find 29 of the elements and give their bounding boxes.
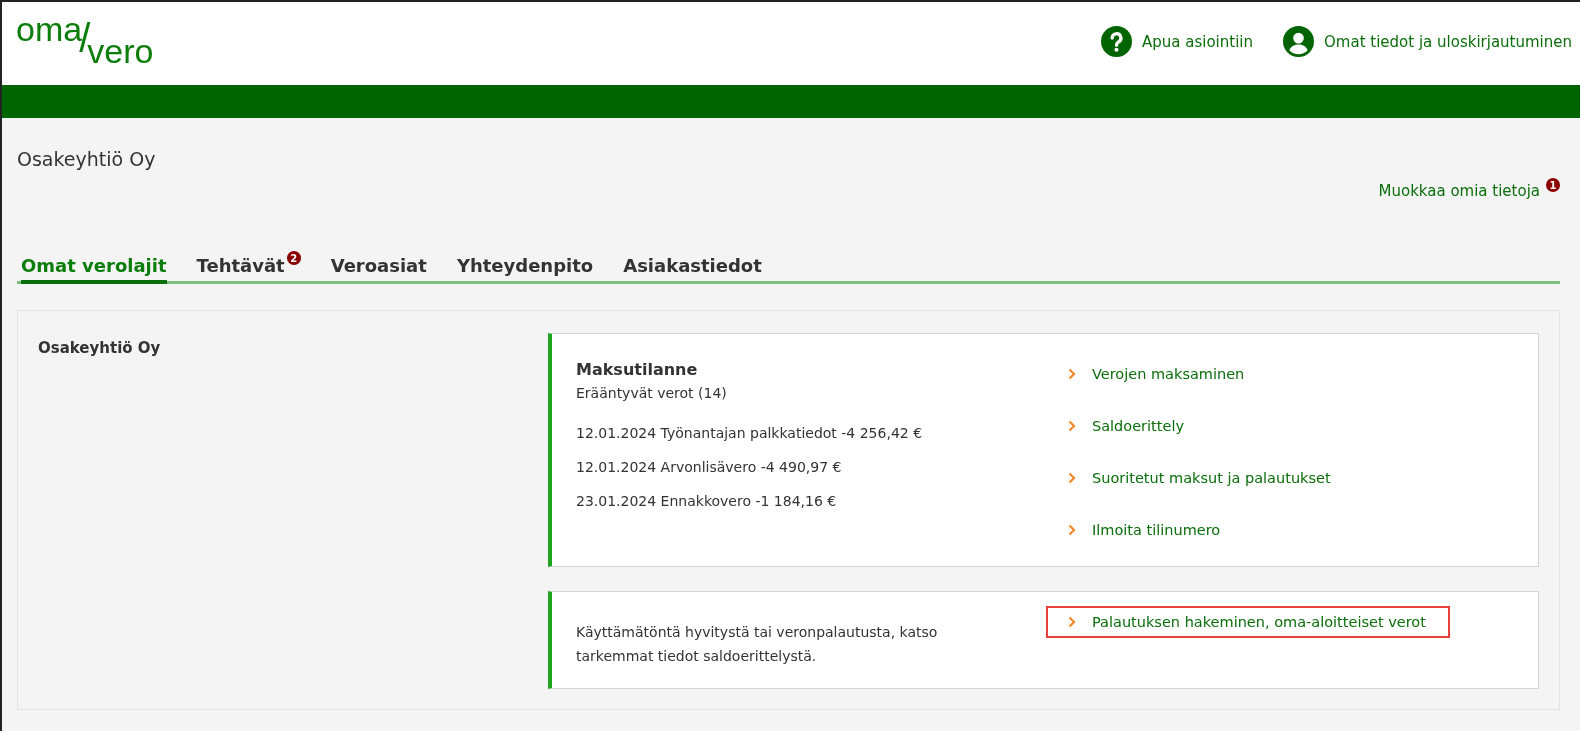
tab[interactable]: Omat verolajit [21,255,167,284]
card-heading: Maksutilanne [576,360,699,379]
header-link[interactable]: Apua asiointiin [1101,26,1253,57]
chevron-icon [1068,616,1076,628]
tab[interactable]: Asiakastiedot [623,255,762,284]
due-tax-item: 12.01.2024 Arvonlisävero -4 490,97 € [576,459,843,475]
notification-badge: 2 [286,251,301,265]
chevron-icon [1068,420,1076,432]
card-link[interactable]: Verojen maksaminen [1046,358,1261,390]
tab[interactable]: Yhteydenpito [456,255,594,284]
company-name: Osakeyhtiö Oy [17,148,157,170]
help-icon [1101,26,1132,57]
user-icon [1283,26,1314,57]
header-link[interactable]: Omat tiedot ja uloskirjautuminen [1283,26,1572,57]
notification-badge: 1 [1546,178,1560,192]
card-link[interactable]: Palautuksen hakeminen, oma-aloitteiset verot [1046,606,1450,638]
card-link[interactable]: Ilmoita tilinumero [1046,514,1237,546]
chevron-icon [1068,368,1076,380]
card-subheading: Erääntyvät verot (14) [576,385,728,401]
chevron-icon [1068,472,1076,484]
due-tax-item: 12.01.2024 Työnantajan palkkatiedot -4 256,42 € [576,425,924,441]
chevron-icon [1068,524,1076,536]
due-tax-item: 23.01.2024 Ennakkovero -1 184,16 € [576,493,838,509]
edit-info-link[interactable]: Muokkaa omia tietoja [1378,182,1540,200]
card-link[interactable]: Saldoerittely [1046,410,1200,442]
tab[interactable]: Veroasiat [330,255,427,284]
card-link[interactable]: Suoritetut maksut ja palautukset [1046,462,1347,494]
panel-title: Osakeyhtiö Oy [38,339,162,359]
card-text: Käyttämätöntä hyvitystä tai veronpalautusta, katso tarkemmat tiedot saldoerittelystä. [576,623,939,666]
